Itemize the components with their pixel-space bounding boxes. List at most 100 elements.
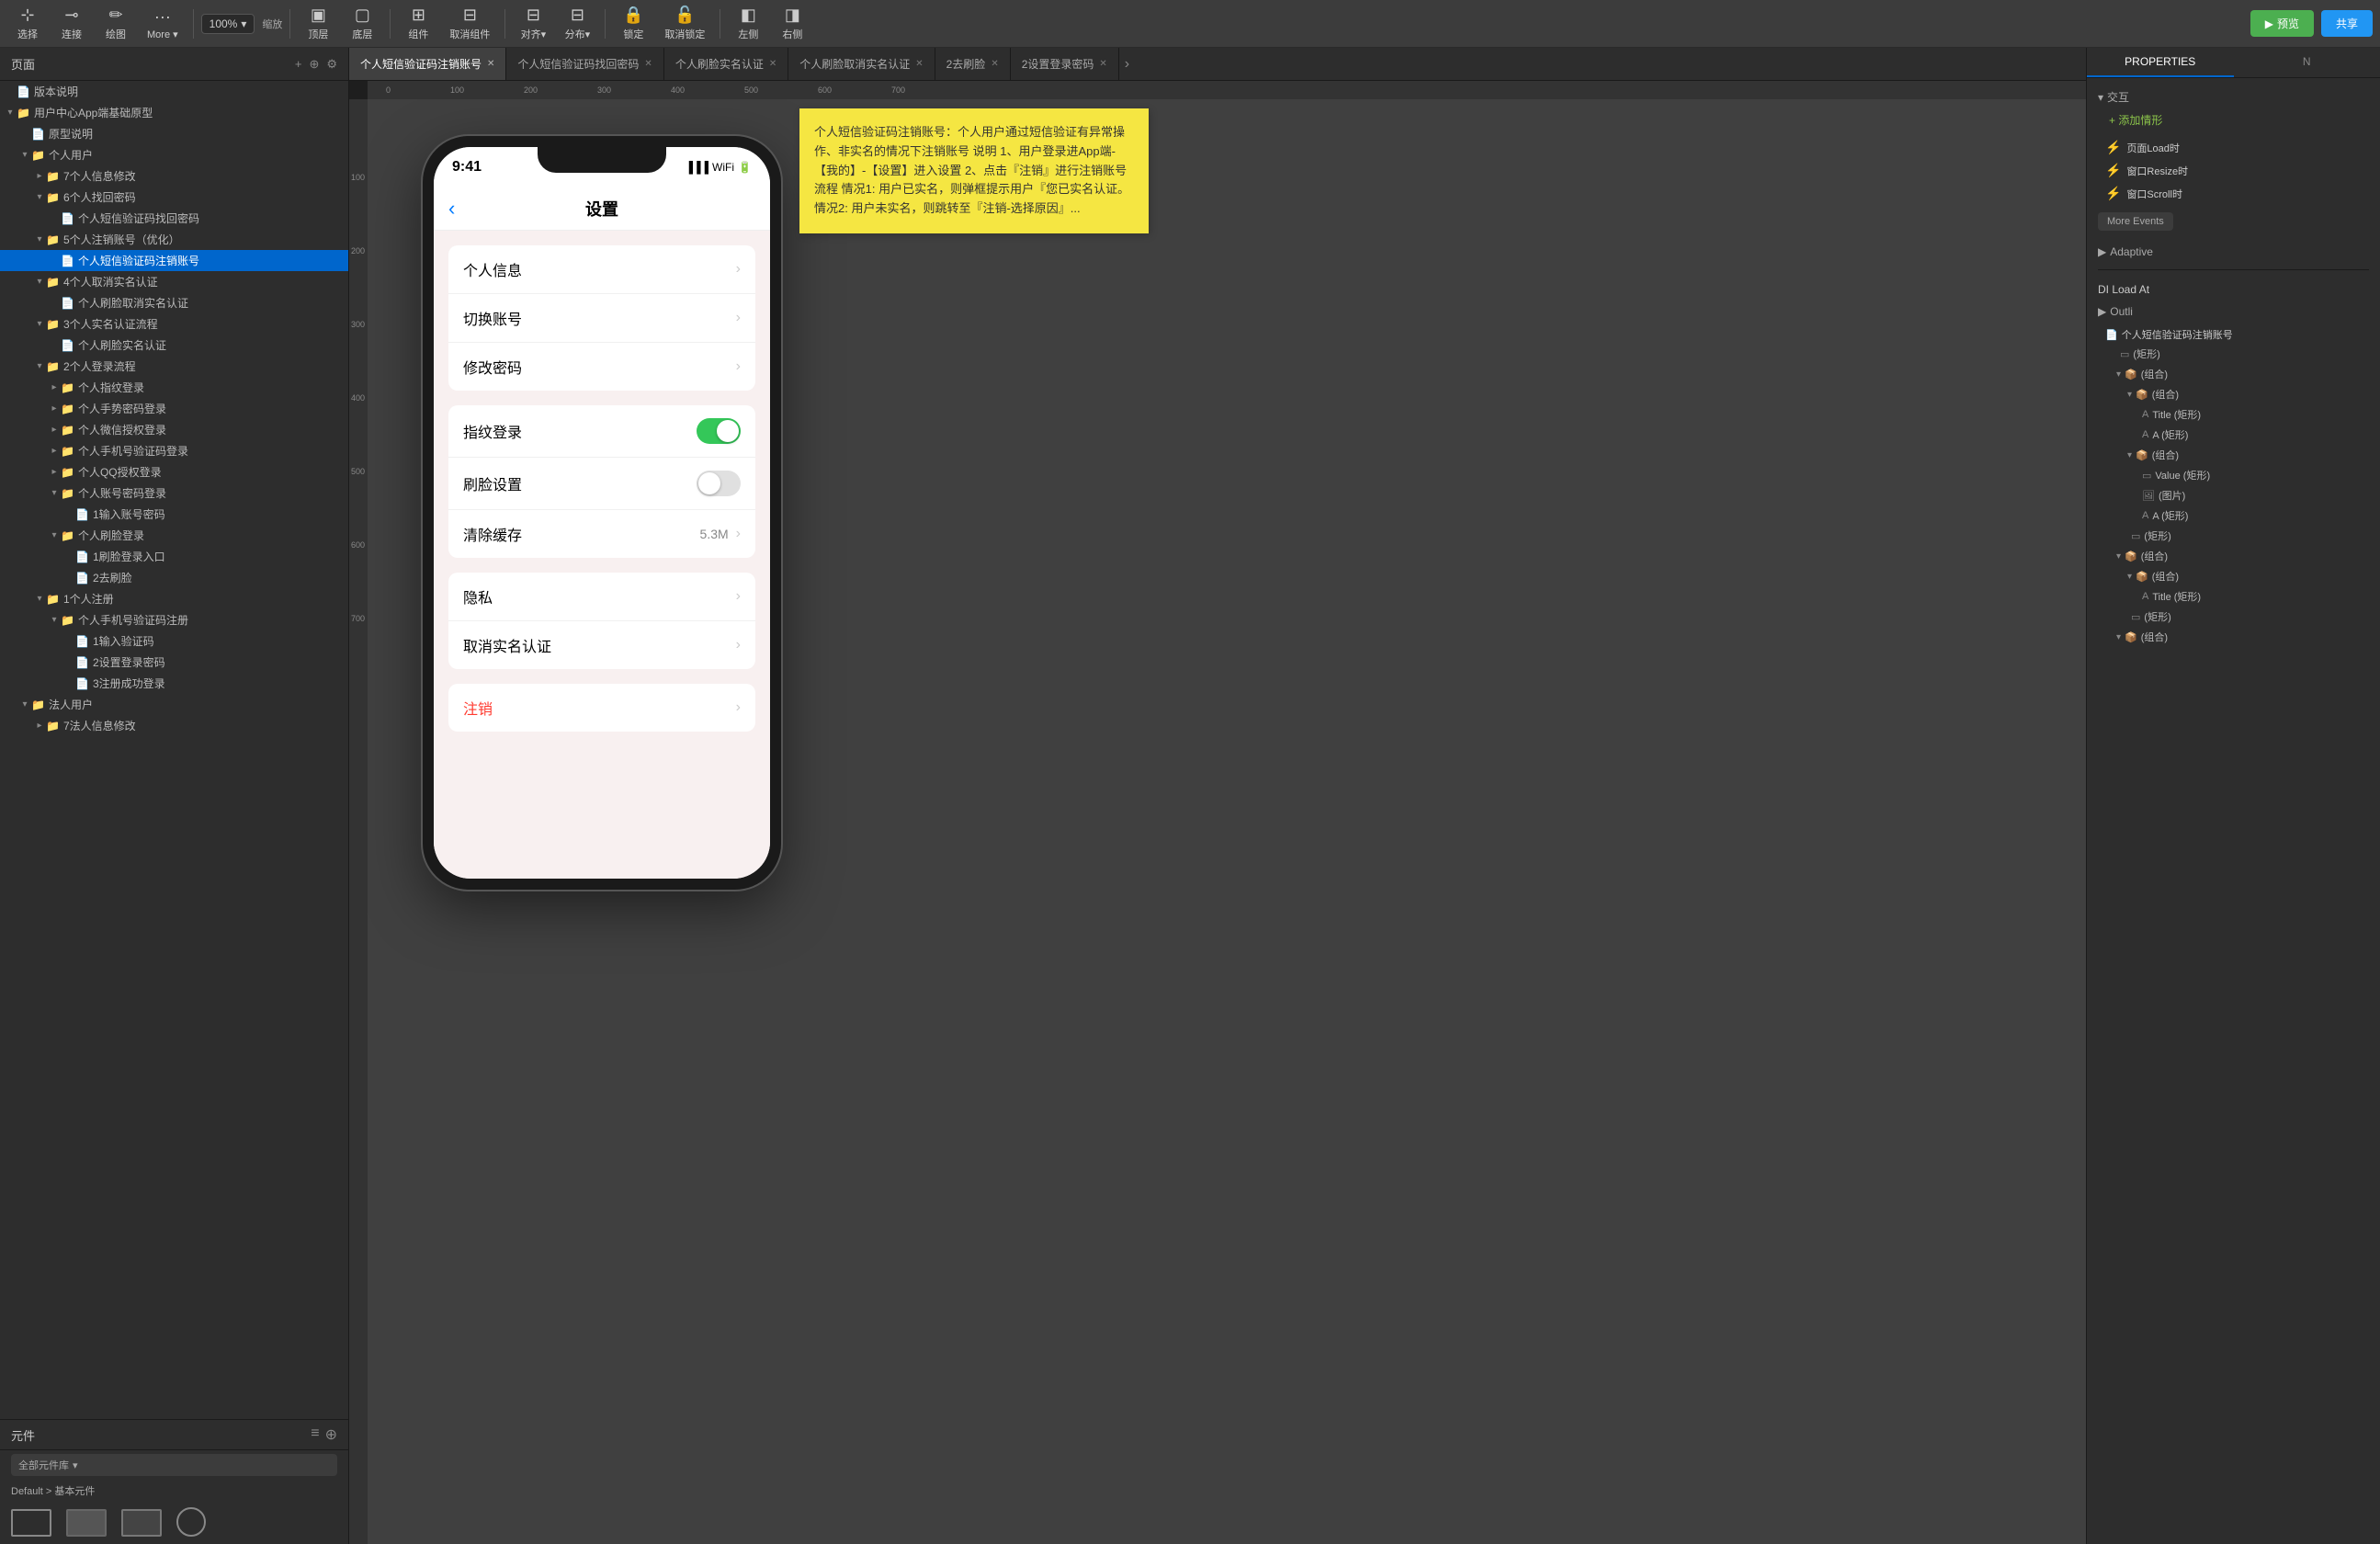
top-layer-btn[interactable]: ▣ 顶层 xyxy=(298,2,338,45)
tree-item-n15[interactable]: ▸📁个人微信授权登录 xyxy=(0,419,348,440)
tab-note[interactable]: N xyxy=(2234,48,2380,77)
tree-item-root1[interactable]: 📄版本说明 xyxy=(0,81,348,102)
tree-item-n8[interactable]: ▾📁4个人取消实名认证 xyxy=(0,271,348,292)
canvas[interactable]: 9:41 ▐▐▐ WiFi 🔋 ‹ xyxy=(368,99,2086,1544)
close-tab-icon[interactable]: ✕ xyxy=(915,59,923,69)
tree-item-n26[interactable]: 📄2设置登录密码 xyxy=(0,652,348,673)
connect-tool[interactable]: ⊸ 连接 xyxy=(51,2,92,45)
outline-item[interactable]: AA (矩形) xyxy=(2102,425,2369,445)
component-rectangle[interactable] xyxy=(11,1509,51,1537)
tree-item-n11[interactable]: 📄个人刷脸实名认证 xyxy=(0,335,348,356)
component-filter-dropdown[interactable]: 全部元件库 ▾ xyxy=(11,1454,337,1476)
outline-item[interactable]: ATitle (矩形) xyxy=(2102,586,2369,607)
event-page-load[interactable]: ⚡ 页面Load时 xyxy=(2105,136,2369,159)
tree-item-n29[interactable]: ▸📁7法人信息修改 xyxy=(0,715,348,736)
bottom-layer-btn[interactable]: ▢ 底层 xyxy=(342,2,382,45)
settings-item-switch-account[interactable]: 切换账号 › xyxy=(448,294,755,343)
close-tab-icon[interactable]: ✕ xyxy=(991,59,998,69)
outline-item[interactable]: ▾📦(组合) xyxy=(2102,566,2369,586)
back-button[interactable]: ‹ xyxy=(448,197,455,221)
sidebar-settings-icon[interactable]: ⚙ xyxy=(326,57,337,72)
tab-scroll-arrow[interactable]: › xyxy=(1119,56,1135,73)
tree-item-n3[interactable]: ▸📁7个人信息修改 xyxy=(0,165,348,187)
tree-item-n21[interactable]: 📄1刷脸登录入口 xyxy=(0,546,348,567)
settings-item-face[interactable]: 刷脸设置 xyxy=(448,458,755,510)
align-btn[interactable]: ⊟ 对齐▾ xyxy=(513,2,553,45)
sidebar-search-icon[interactable]: ⊕ xyxy=(309,57,319,72)
tree-item-n14[interactable]: ▸📁个人手势密码登录 xyxy=(0,398,348,419)
outline-item[interactable]: AA (矩形) xyxy=(2102,505,2369,526)
tree-item-n2[interactable]: ▾📁个人用户 xyxy=(0,144,348,165)
outline-item[interactable]: ▾📦(组合) xyxy=(2102,384,2369,404)
tree-item-n12[interactable]: ▾📁2个人登录流程 xyxy=(0,356,348,377)
component-rectangle-light[interactable] xyxy=(121,1509,162,1537)
zoom-control[interactable]: 100% ▾ xyxy=(201,14,255,34)
tab-properties[interactable]: PROPERTIES xyxy=(2087,48,2234,77)
settings-item-personal-info[interactable]: 个人信息 › xyxy=(448,245,755,294)
component-list-icon[interactable]: ≡ xyxy=(311,1425,319,1444)
close-tab-icon[interactable]: ✕ xyxy=(1099,59,1106,69)
draw-tool[interactable]: ✏ 绘图 xyxy=(96,2,136,45)
more-tool[interactable]: ··· More ▾ xyxy=(140,4,186,44)
outline-item[interactable]: ▭Value (矩形) xyxy=(2102,465,2369,485)
settings-item-privacy[interactable]: 隐私 › xyxy=(448,573,755,621)
lock-btn[interactable]: 🔒 锁定 xyxy=(613,2,653,45)
fingerprint-toggle[interactable] xyxy=(697,418,741,444)
tab-t3[interactable]: 个人刷脸实名认证✕ xyxy=(664,48,788,81)
tree-item-n10[interactable]: ▾📁3个人实名认证流程 xyxy=(0,313,348,335)
select-tool[interactable]: ⊹ 选择 xyxy=(7,2,48,45)
tree-item-n17[interactable]: ▸📁个人QQ授权登录 xyxy=(0,461,348,482)
add-interaction-btn[interactable]: + 添加情形 xyxy=(2109,114,2162,127)
tree-item-root2[interactable]: ▾📁用户中心App端基础原型 xyxy=(0,102,348,123)
settings-item-fingerprint[interactable]: 指纹登录 xyxy=(448,405,755,458)
tree-item-n4[interactable]: ▾📁6个人找回密码 xyxy=(0,187,348,208)
tree-item-n23[interactable]: ▾📁1个人注册 xyxy=(0,588,348,609)
event-window-scroll[interactable]: ⚡ 窗口Scroll时 xyxy=(2105,182,2369,205)
tree-item-n5[interactable]: 📄个人短信验证码找回密码 xyxy=(0,208,348,229)
tree-item-n18[interactable]: ▾📁个人账号密码登录 xyxy=(0,482,348,504)
ungroup-btn[interactable]: ⊟ 取消组件 xyxy=(442,2,497,45)
add-page-icon[interactable]: + xyxy=(295,57,302,72)
tab-t2[interactable]: 个人短信验证码找回密码✕ xyxy=(506,48,663,81)
tree-item-n28[interactable]: ▾📁法人用户 xyxy=(0,694,348,715)
tab-t6[interactable]: 2设置登录密码✕ xyxy=(1011,48,1119,81)
outline-item[interactable]: ▾📦(组合) xyxy=(2102,546,2369,566)
right-side-btn[interactable]: ◨ 右侧 xyxy=(772,2,812,45)
outline-item[interactable]: 🖼(图片) xyxy=(2102,485,2369,505)
tree-item-n25[interactable]: 📄1输入验证码 xyxy=(0,630,348,652)
unlock-btn[interactable]: 🔓 取消锁定 xyxy=(657,2,712,45)
outline-item[interactable]: ATitle (矩形) xyxy=(2102,404,2369,425)
settings-item-cancel-real-name[interactable]: 取消实名认证 › xyxy=(448,621,755,669)
preview-button[interactable]: ▶ 预览 xyxy=(2250,10,2314,37)
more-events-button[interactable]: More Events xyxy=(2098,212,2173,231)
tab-t1[interactable]: 个人短信验证码注销账号✕ xyxy=(349,48,506,81)
outline-item[interactable]: ▾📦(组合) xyxy=(2102,627,2369,647)
distribute-btn[interactable]: ⊟ 分布▾ xyxy=(557,2,597,45)
tree-item-n7[interactable]: 📄个人短信验证码注销账号 xyxy=(0,250,348,271)
tree-item-n20[interactable]: ▾📁个人刷脸登录 xyxy=(0,525,348,546)
outline-item[interactable]: ▭(矩形) xyxy=(2102,607,2369,627)
tree-item-n22[interactable]: 📄2去刷脸 xyxy=(0,567,348,588)
tree-item-n16[interactable]: ▸📁个人手机号验证码登录 xyxy=(0,440,348,461)
outline-item[interactable]: ▭(矩形) xyxy=(2102,344,2369,364)
tab-t4[interactable]: 个人刷脸取消实名认证✕ xyxy=(788,48,935,81)
settings-item-logout[interactable]: 注销 › xyxy=(448,684,755,732)
share-button[interactable]: 共享 xyxy=(2321,10,2373,37)
tab-t5[interactable]: 2去刷脸✕ xyxy=(935,48,1011,81)
tree-item-n6[interactable]: ▾📁5个人注销账号（优化） xyxy=(0,229,348,250)
tree-item-n1[interactable]: 📄原型说明 xyxy=(0,123,348,144)
tree-item-n19[interactable]: 📄1输入账号密码 xyxy=(0,504,348,525)
outline-item[interactable]: ▾📦(组合) xyxy=(2102,364,2369,384)
close-tab-icon[interactable]: ✕ xyxy=(487,59,494,69)
component-circle[interactable] xyxy=(176,1507,206,1537)
tree-item-n27[interactable]: 📄3注册成功登录 xyxy=(0,673,348,694)
tree-item-n13[interactable]: ▸📁个人指纹登录 xyxy=(0,377,348,398)
event-window-resize[interactable]: ⚡ 窗口Resize时 xyxy=(2105,159,2369,182)
component-search-icon[interactable]: ⊕ xyxy=(325,1425,337,1444)
settings-item-change-password[interactable]: 修改密码 › xyxy=(448,343,755,391)
outline-item[interactable]: ▭(矩形) xyxy=(2102,526,2369,546)
close-tab-icon[interactable]: ✕ xyxy=(644,59,652,69)
settings-item-cache[interactable]: 清除缓存 5.3M › xyxy=(448,510,755,558)
tree-item-n24[interactable]: ▾📁个人手机号验证码注册 xyxy=(0,609,348,630)
face-toggle[interactable] xyxy=(697,471,741,496)
